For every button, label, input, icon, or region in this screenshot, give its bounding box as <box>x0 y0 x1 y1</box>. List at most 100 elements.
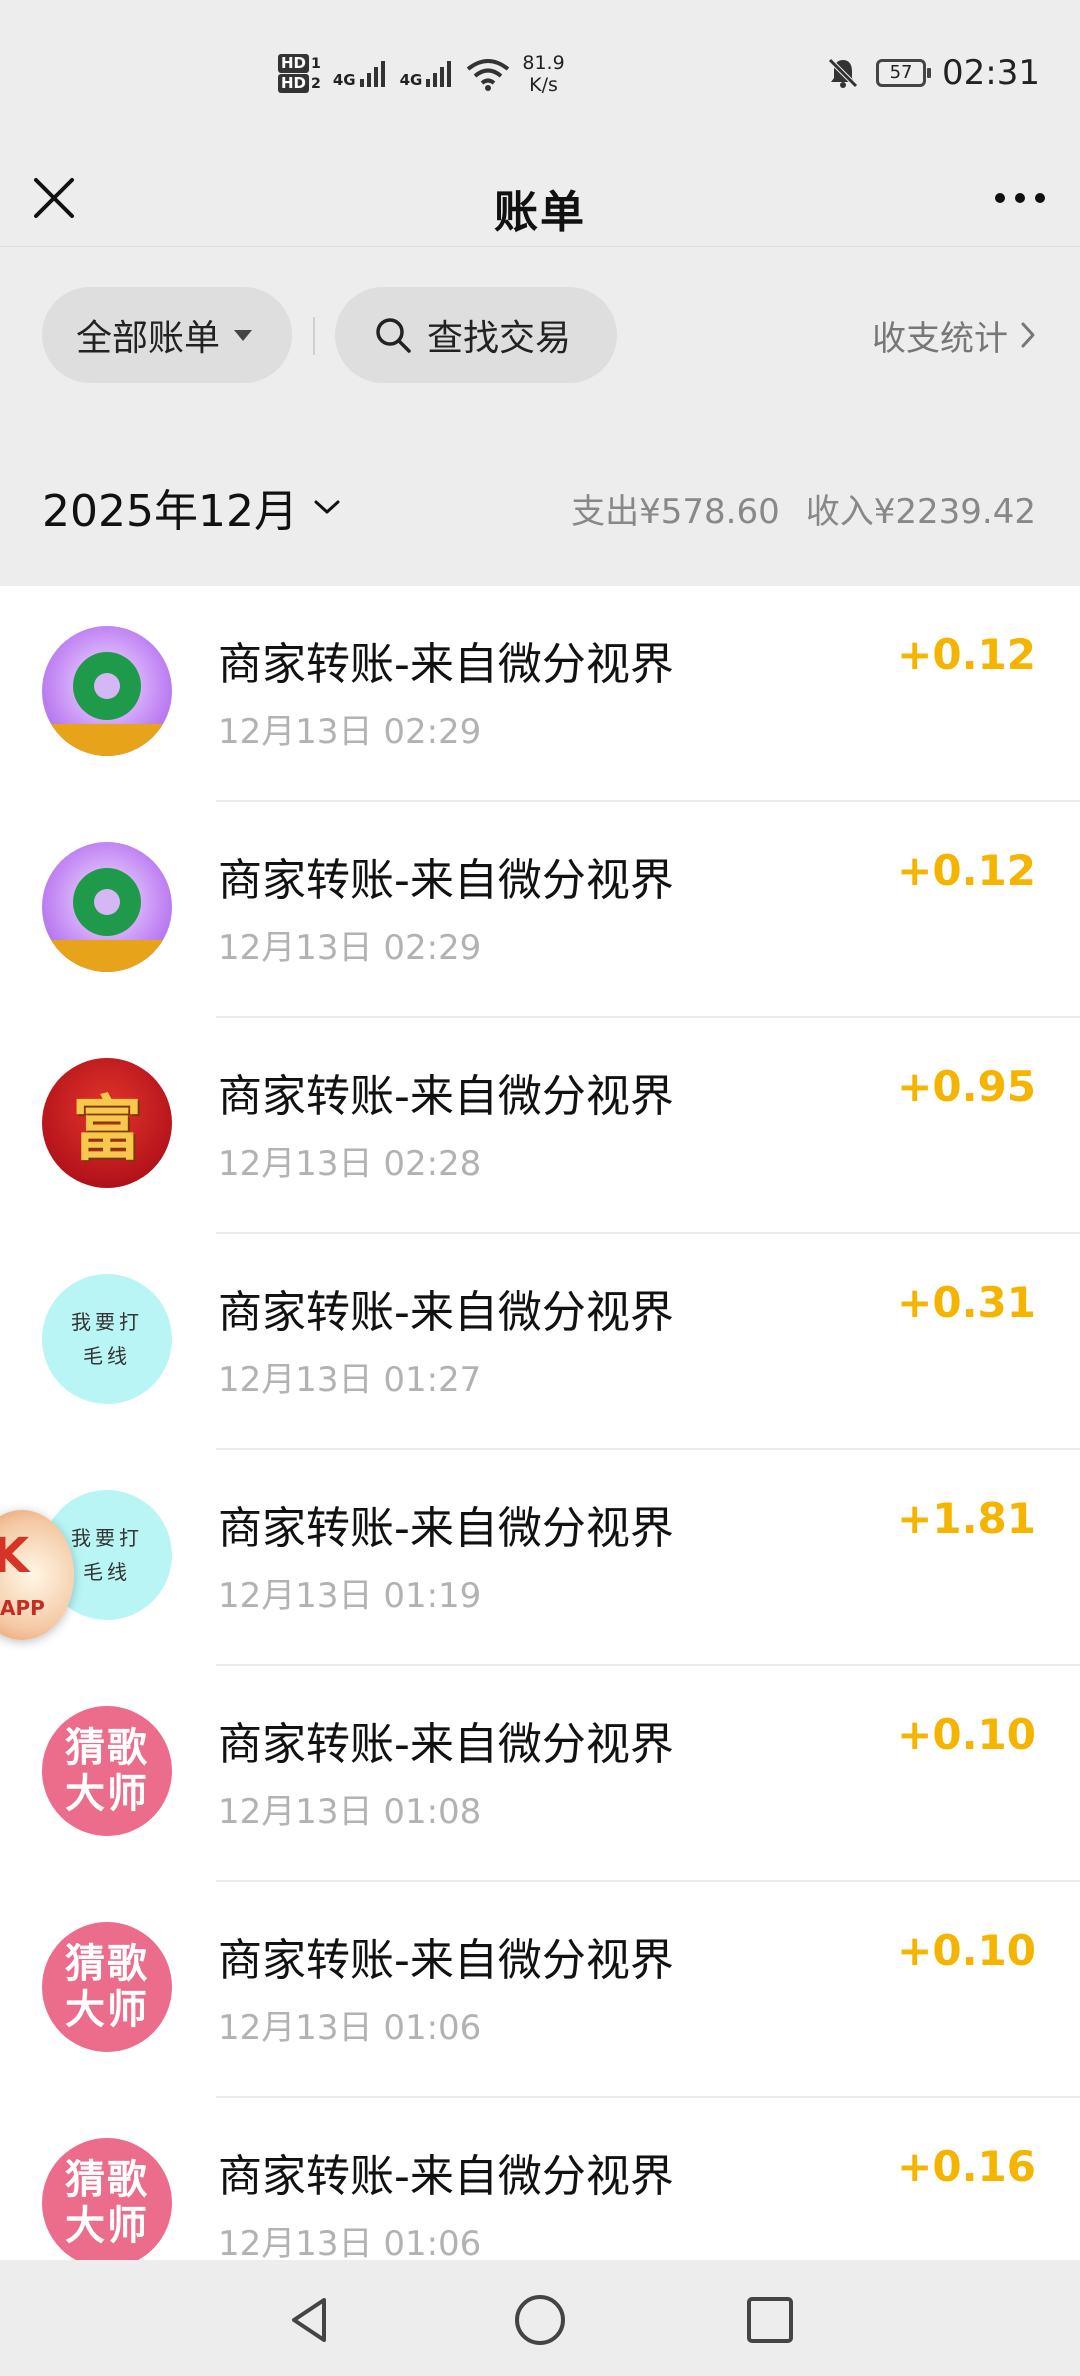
jade-avatar <box>42 842 172 972</box>
transaction-list: 商家转账-来自微分视界 12月13日 02:29 +0.12 商家转账-来自微分… <box>0 586 1080 2260</box>
transaction-row[interactable]: 商家转账-来自微分视界 12月13日 02:29 +0.12 <box>0 586 1080 802</box>
avatar-line1: 猜歌 <box>65 1725 149 1771</box>
transaction-time: 12月13日 01:19 <box>218 1576 482 1616</box>
month-summary: 支出¥578.60 收入¥2239.42 <box>571 481 1036 535</box>
signal2-icon: 4G <box>400 59 455 89</box>
month-label: 2025年12月 <box>42 486 298 537</box>
battery-icon: 57 <box>876 59 932 87</box>
signal1-icon: 4G <box>333 59 388 89</box>
expense-total: 支出¥578.60 <box>571 491 780 532</box>
page-title: 账单 <box>494 187 586 238</box>
network-type-2: 4G <box>399 71 423 89</box>
avatar-line2: 大师 <box>65 1771 149 1817</box>
network-speed: 81.9 K/s <box>522 52 564 96</box>
transaction-time: 12月13日 02:29 <box>218 712 482 752</box>
nav-bar: 账单 <box>0 150 1080 247</box>
hd2-sub: 2 <box>311 76 321 92</box>
transaction-amount: +0.12 <box>897 630 1036 679</box>
speed-unit: K/s <box>529 74 558 96</box>
transaction-amount: +0.16 <box>897 2142 1036 2191</box>
more-icon <box>995 193 1045 203</box>
transaction-row[interactable]: 商家转账-来自微分视界 12月13日 02:29 +0.12 <box>0 802 1080 1018</box>
back-triangle-icon <box>292 2298 326 2342</box>
search-icon <box>376 318 411 353</box>
avatar-line2: 大师 <box>65 2203 149 2249</box>
avatar-line1: 猜歌 <box>65 2157 149 2203</box>
transaction-row[interactable]: 猜歌 大师 商家转账-来自微分视界 12月13日 01:08 +0.10 <box>0 1666 1080 1882</box>
transaction-time: 12月13日 02:28 <box>218 1144 482 1184</box>
avatar-line2: 毛线 <box>83 1344 131 1368</box>
transaction-row[interactable]: 富 商家转账-来自微分视界 12月13日 02:28 +0.95 <box>0 1018 1080 1234</box>
transaction-amount: +0.95 <box>897 1062 1036 1111</box>
recents-square-icon <box>747 2297 793 2343</box>
avatar-line1: 我要打 <box>71 1310 143 1334</box>
transaction-time: 12月13日 01:06 <box>218 2008 482 2048</box>
avatar-line2: 毛线 <box>83 1560 131 1584</box>
transaction-title: 商家转账-来自微分视界 <box>218 1719 674 1770</box>
status-right: 57 02:31 <box>826 48 1040 98</box>
caret-down-icon <box>234 329 253 341</box>
filter-divider <box>313 317 315 355</box>
fu-glyph: 富 <box>72 1086 142 1170</box>
transaction-time: 12月13日 01:06 <box>218 2224 482 2260</box>
avatar-line1: 我要打 <box>71 1526 143 1550</box>
transaction-amount: +0.12 <box>897 846 1036 895</box>
search-transactions-button[interactable]: 查找交易 <box>335 287 617 383</box>
pink-avatar: 猜歌 大师 <box>42 2138 172 2260</box>
transaction-row[interactable]: 我要打 毛线 商家转账-来自微分视界 12月13日 01:19 +1.81 <box>0 1450 1080 1666</box>
all-bills-label: 全部账单 <box>76 318 221 359</box>
transaction-row[interactable]: 猜歌 大师 商家转账-来自微分视界 12月13日 01:06 +0.16 <box>0 2098 1080 2260</box>
transaction-amount: +0.10 <box>897 1710 1036 1759</box>
all-bills-dropdown[interactable]: 全部账单 <box>42 287 292 383</box>
home-button[interactable] <box>512 2292 568 2348</box>
transaction-title: 商家转账-来自微分视界 <box>218 1287 674 1338</box>
system-nav-bar <box>0 2260 1080 2376</box>
battery-level: 57 <box>889 62 913 83</box>
month-header: 2025年12月 支出¥578.60 收入¥2239.42 <box>0 429 1080 586</box>
transaction-row[interactable]: 我要打 毛线 商家转账-来自微分视界 12月13日 01:27 +0.31 <box>0 1234 1080 1450</box>
transaction-time: 12月13日 01:27 <box>218 1360 482 1400</box>
status-time: 02:31 <box>942 53 1040 93</box>
transaction-title: 商家转账-来自微分视界 <box>218 855 674 906</box>
transaction-amount: +1.81 <box>897 1494 1036 1543</box>
chevron-down-icon <box>314 500 340 514</box>
pink-avatar: 猜歌 大师 <box>42 1706 172 1836</box>
more-button[interactable] <box>990 176 1050 220</box>
transaction-title: 商家转账-来自微分视界 <box>218 1935 674 1986</box>
wifi-icon <box>467 59 510 91</box>
hd1-label: HD <box>278 54 310 73</box>
pink-avatar: 猜歌 大师 <box>42 1922 172 2052</box>
transaction-title: 商家转账-来自微分视界 <box>218 2151 674 2202</box>
network-type-1: 4G <box>332 71 356 89</box>
avatar-line1: 猜歌 <box>65 1941 149 1987</box>
search-label: 查找交易 <box>427 318 572 359</box>
fu-avatar: 富 <box>42 1058 172 1188</box>
stats-link[interactable]: 收支统计 <box>872 307 1038 363</box>
hd2-label: HD <box>278 74 310 93</box>
stats-label: 收支统计 <box>872 318 1008 359</box>
transaction-row[interactable]: 猜歌 大师 商家转账-来自微分视界 12月13日 01:06 +0.10 <box>0 1882 1080 2098</box>
transaction-title: 商家转账-来自微分视界 <box>218 1071 674 1122</box>
chevron-right-icon <box>1021 322 1035 348</box>
transaction-title: 商家转账-来自微分视界 <box>218 1503 674 1554</box>
back-button[interactable] <box>282 2292 338 2348</box>
speed-value: 81.9 <box>522 52 565 74</box>
recents-button[interactable] <box>742 2292 798 2348</box>
avatar-line2: 大师 <box>65 1987 149 2033</box>
status-bar: HD 1 HD 2 4G 4G 81.9 K/s 57 02:31 <box>0 0 1080 150</box>
transaction-time: 12月13日 02:29 <box>218 928 482 968</box>
transaction-amount: +0.10 <box>897 1926 1036 1975</box>
transaction-title: 商家转账-来自微分视界 <box>218 639 674 690</box>
income-total: 收入¥2239.42 <box>805 491 1036 532</box>
home-circle-icon <box>515 2295 565 2345</box>
jade-avatar <box>42 626 172 756</box>
hd1-sub: 1 <box>311 56 321 72</box>
status-indicators: HD 1 HD 2 4G 4G 81.9 K/s <box>278 44 565 104</box>
month-selector[interactable]: 2025年12月 <box>42 475 342 539</box>
transaction-time: 12月13日 01:08 <box>218 1792 482 1832</box>
bubble-label: APP <box>0 1596 45 1620</box>
filter-bar: 全部账单 查找交易 收支统计 <box>0 247 1080 427</box>
cyan-avatar: 我要打 毛线 <box>42 1274 172 1404</box>
bell-muted-icon <box>828 58 858 88</box>
bubble-glyph: K <box>0 1528 30 1584</box>
